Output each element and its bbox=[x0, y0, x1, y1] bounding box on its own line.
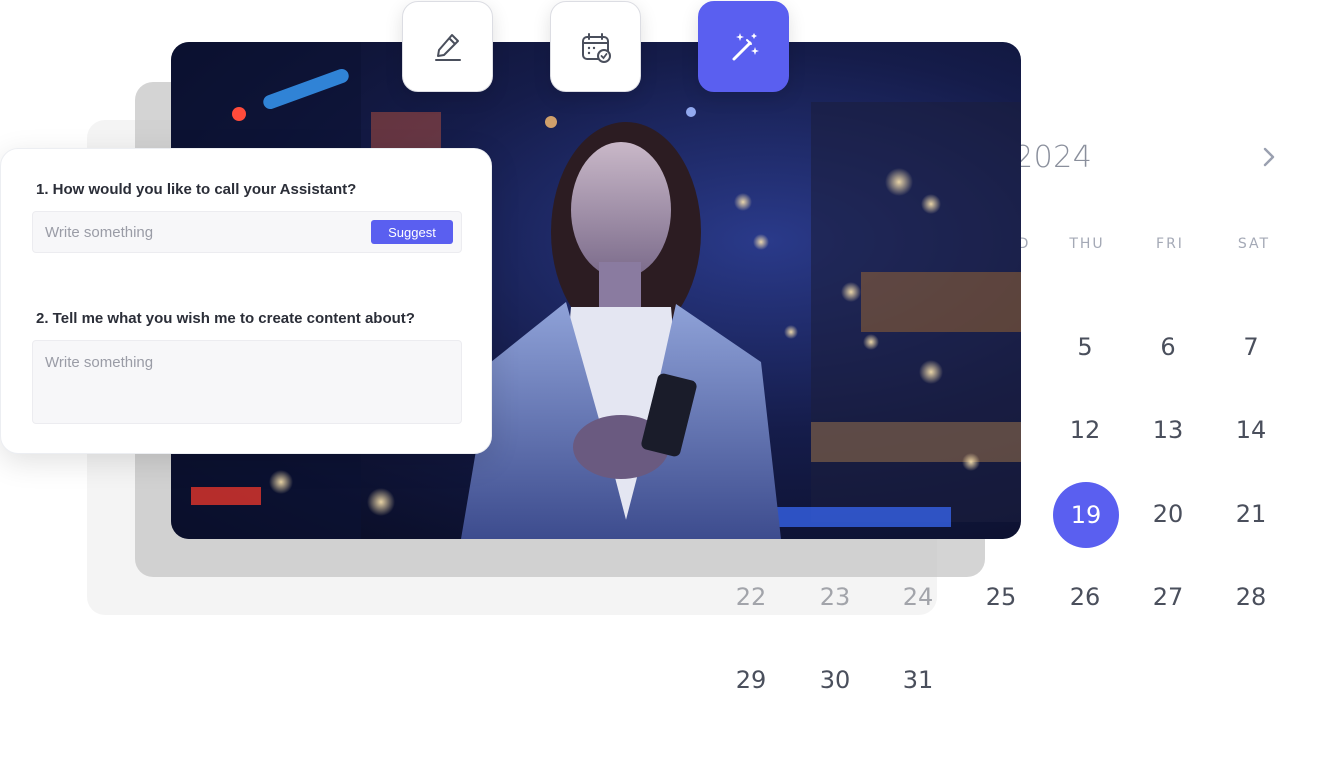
calendar-day[interactable]: 20 bbox=[1135, 481, 1201, 547]
calendar-day[interactable]: 21 bbox=[1218, 481, 1284, 547]
ai-generate-tool-button[interactable] bbox=[698, 1, 789, 92]
calendar-day[interactable]: 7 bbox=[1218, 314, 1284, 380]
content-topic-textarea[interactable] bbox=[33, 341, 461, 423]
calendar-day[interactable]: 25 bbox=[968, 564, 1034, 630]
calendar-day[interactable]: 27 bbox=[1135, 564, 1201, 630]
chevron-right-icon bbox=[1263, 147, 1275, 167]
calendar-day[interactable]: 28 bbox=[1218, 564, 1284, 630]
calendar-day[interactable]: 31 bbox=[885, 647, 951, 713]
calendar-day[interactable]: 13 bbox=[1135, 397, 1201, 463]
calendar-day[interactable]: 26 bbox=[1052, 564, 1118, 630]
calendar-day[interactable]: 6 bbox=[1135, 314, 1201, 380]
calendar-day[interactable]: 30 bbox=[802, 647, 868, 713]
calendar-day[interactable]: 29 bbox=[718, 647, 784, 713]
content-topic-field bbox=[32, 340, 462, 424]
calendar-day[interactable]: 5 bbox=[1052, 314, 1118, 380]
calendar-day[interactable]: 12 bbox=[1052, 397, 1118, 463]
calendar-month-year: 2024 bbox=[1014, 140, 1093, 175]
calendar-check-icon bbox=[581, 32, 611, 63]
next-month-button[interactable] bbox=[1258, 146, 1280, 168]
assistant-name-field: Suggest bbox=[32, 211, 462, 253]
weekday-thu: THU bbox=[1069, 236, 1105, 252]
calendar-day[interactable]: 14 bbox=[1218, 397, 1284, 463]
question-1-label: 1. How would you like to call your Assis… bbox=[36, 181, 357, 198]
calendar-day-selected[interactable]: 19 bbox=[1053, 482, 1119, 548]
magic-wand-icon bbox=[732, 32, 759, 60]
question-2-label: 2. Tell me what you wish me to create co… bbox=[36, 310, 415, 327]
assistant-setup-form: 1. How would you like to call your Assis… bbox=[0, 148, 492, 454]
suggest-button[interactable]: Suggest bbox=[371, 220, 453, 244]
edit-tool-button[interactable] bbox=[402, 1, 493, 92]
weekday-sat: SAT bbox=[1237, 236, 1271, 252]
pencil-icon bbox=[434, 33, 461, 61]
assistant-name-input[interactable] bbox=[33, 212, 363, 252]
schedule-tool-button[interactable] bbox=[550, 1, 641, 92]
weekday-fri: FRI bbox=[1156, 236, 1184, 252]
